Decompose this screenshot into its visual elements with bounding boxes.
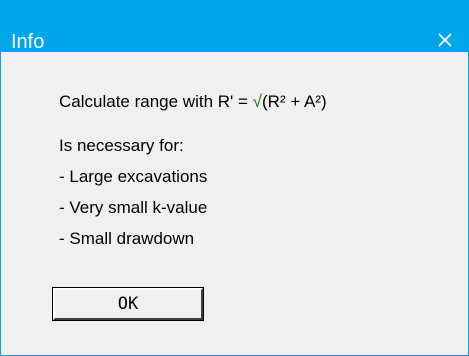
list-item: - Very small k-value bbox=[59, 198, 208, 217]
necessity-intro: Is necessary for: bbox=[59, 136, 184, 155]
ok-button[interactable]: OK bbox=[52, 287, 204, 321]
formula-line: Calculate range with R' = √(R² + A²) bbox=[59, 92, 327, 112]
close-icon bbox=[438, 33, 452, 47]
title-bar[interactable]: Info bbox=[1, 0, 468, 53]
close-button[interactable] bbox=[428, 27, 462, 53]
list-item: - Large excavations bbox=[59, 167, 208, 186]
list-item: - Small drawdown bbox=[59, 229, 195, 248]
formula-suffix: (R² + A²) bbox=[262, 92, 327, 111]
window-title: Info bbox=[11, 31, 45, 53]
square-root-sign: √ bbox=[252, 92, 262, 111]
info-dialog: Info Calculate range with R' = √(R² + A²… bbox=[0, 0, 469, 356]
formula-prefix: Calculate range with R' = bbox=[59, 92, 253, 111]
